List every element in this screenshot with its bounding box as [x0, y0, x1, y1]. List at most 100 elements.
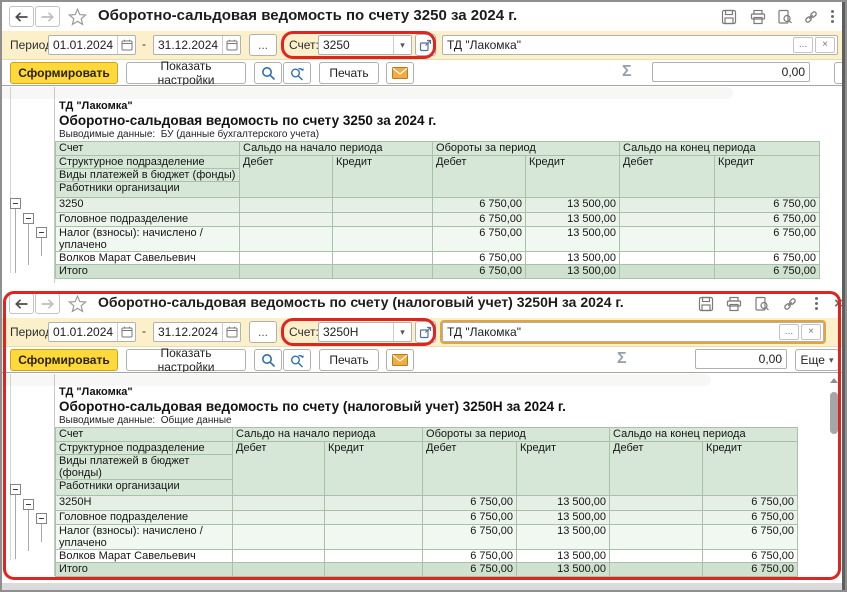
- collapse-toggle-level2[interactable]: [23, 213, 34, 224]
- calendar-icon[interactable]: [222, 323, 240, 341]
- link-icon[interactable]: [781, 295, 798, 312]
- save-icon[interactable]: [720, 8, 737, 25]
- col-header: Дебет: [240, 156, 333, 198]
- sum-icon[interactable]: Σ: [617, 350, 627, 368]
- cell-value: 6 750,00: [423, 550, 517, 563]
- account-field: 3250 ▾: [318, 35, 412, 55]
- cell-value: [325, 563, 423, 577]
- cell-value: 6 750,00: [423, 496, 517, 511]
- cell-value: 6 750,00: [423, 511, 517, 525]
- date-from-input[interactable]: 01.01.2024: [49, 325, 117, 339]
- table-total-row: Итого 6 750,00 13 500,00 6 750,00: [56, 265, 820, 279]
- date-to-input[interactable]: 31.12.2024: [154, 325, 222, 339]
- search-icon[interactable]: [254, 349, 282, 371]
- mail-icon[interactable]: [386, 349, 414, 371]
- back-button[interactable]: [9, 293, 34, 314]
- account-input[interactable]: 3250: [319, 38, 393, 52]
- search-next-icon[interactable]: [283, 349, 311, 371]
- organization-input[interactable]: ТД "Лакомка": [443, 38, 793, 52]
- collapse-toggle-level3[interactable]: [36, 227, 47, 238]
- save-icon[interactable]: [697, 295, 714, 312]
- sum-value: 0,00: [653, 65, 809, 79]
- search-next-icon[interactable]: [283, 62, 311, 84]
- account-input[interactable]: 3250Н: [319, 325, 393, 339]
- col-header: Обороты за период: [433, 142, 620, 156]
- vertical-scrollbar[interactable]: [828, 376, 840, 578]
- more-button[interactable]: Еще: [834, 62, 847, 84]
- scroll-up-icon[interactable]: [830, 378, 838, 383]
- dropdown-icon[interactable]: ▾: [393, 323, 411, 341]
- cell-value: [620, 265, 715, 279]
- preview-icon[interactable]: [753, 295, 770, 312]
- col-header: Кредит: [517, 442, 610, 496]
- forward-button[interactable]: [35, 293, 60, 314]
- date-from-input[interactable]: 01.01.2024: [49, 38, 117, 52]
- group-level-line: [10, 374, 11, 560]
- data-label: Выводимые данные:: [59, 129, 155, 140]
- period-options-button[interactable]: ...: [249, 34, 277, 56]
- favorite-star-icon[interactable]: [68, 7, 87, 26]
- titlebar: Оборотно-сальдовая ведомость по счету (н…: [2, 289, 845, 318]
- cell-value: 6 750,00: [433, 252, 526, 265]
- cell-value: 6 750,00: [433, 198, 526, 213]
- open-account-icon[interactable]: [415, 34, 436, 56]
- print-icon[interactable]: [749, 8, 766, 25]
- show-settings-button[interactable]: Показать настройки: [126, 349, 246, 371]
- forward-button[interactable]: [35, 6, 60, 27]
- cell-value: 13 500,00: [517, 563, 610, 577]
- period-options-button[interactable]: ...: [249, 321, 277, 343]
- open-account-icon[interactable]: [415, 321, 436, 343]
- cell-value: 6 750,00: [423, 563, 517, 577]
- link-icon[interactable]: [802, 8, 819, 25]
- col-header: Счет: [56, 428, 233, 442]
- filter-bar: Период: 01.01.2024 - 31.12.2024 ... Счет…: [2, 31, 845, 60]
- date-to-input[interactable]: 31.12.2024: [154, 38, 222, 52]
- cell-value: [620, 198, 715, 213]
- table-row: Волков Марат Савельевич 6 750,00 13 500,…: [56, 252, 820, 265]
- collapse-toggle-level1[interactable]: [10, 198, 21, 209]
- org-clear-icon[interactable]: ×: [815, 37, 835, 53]
- organization-input[interactable]: ТД "Лакомка": [443, 325, 779, 339]
- print-button[interactable]: Печать: [319, 349, 379, 371]
- sum-icon[interactable]: Σ: [622, 63, 632, 81]
- cell-value: [333, 213, 433, 227]
- generate-button[interactable]: Сформировать: [10, 62, 118, 84]
- preview-icon[interactable]: [776, 8, 793, 25]
- calendar-icon[interactable]: [117, 323, 135, 341]
- dropdown-icon[interactable]: ▾: [393, 36, 411, 54]
- more-button[interactable]: Еще ▾: [795, 349, 839, 371]
- calendar-icon[interactable]: [117, 36, 135, 54]
- bottom-strip: [2, 583, 845, 590]
- cell-value: [233, 550, 325, 563]
- scroll-thumb[interactable]: [830, 392, 838, 434]
- more-icon[interactable]: [824, 8, 841, 25]
- back-button[interactable]: [9, 6, 34, 27]
- print-button[interactable]: Печать: [319, 62, 379, 84]
- organization-field: ТД "Лакомка" ... ×: [442, 322, 824, 342]
- cell-value: 6 750,00: [703, 550, 798, 563]
- more-button-label: Еще: [801, 353, 825, 367]
- cell-value: 6 750,00: [433, 213, 526, 227]
- collapse-toggle-level1[interactable]: [10, 484, 21, 495]
- show-settings-button[interactable]: Показать настройки: [126, 62, 246, 84]
- generate-button[interactable]: Сформировать: [10, 349, 118, 371]
- search-icon[interactable]: [254, 62, 282, 84]
- calendar-icon[interactable]: [222, 36, 240, 54]
- row-label: Головное подразделение: [56, 511, 233, 525]
- org-select-button[interactable]: ...: [779, 324, 799, 340]
- col-header: Обороты за период: [423, 428, 610, 442]
- col-header: Кредит: [703, 442, 798, 496]
- report-table: Счет Сальдо на начало периода Обороты за…: [55, 141, 820, 279]
- date-from-field: 01.01.2024: [48, 322, 136, 342]
- col-header: Дебет: [433, 156, 526, 198]
- org-clear-icon[interactable]: ×: [801, 324, 821, 340]
- mail-icon[interactable]: [386, 62, 414, 84]
- org-select-button[interactable]: ...: [793, 37, 813, 53]
- collapse-toggle-level2[interactable]: [23, 499, 34, 510]
- cell-value: 6 750,00: [703, 525, 798, 550]
- collapse-toggle-level3[interactable]: [36, 513, 47, 524]
- cell-value: 6 750,00: [703, 511, 798, 525]
- print-icon[interactable]: [725, 295, 742, 312]
- more-icon[interactable]: [808, 295, 825, 312]
- favorite-star-icon[interactable]: [68, 294, 87, 313]
